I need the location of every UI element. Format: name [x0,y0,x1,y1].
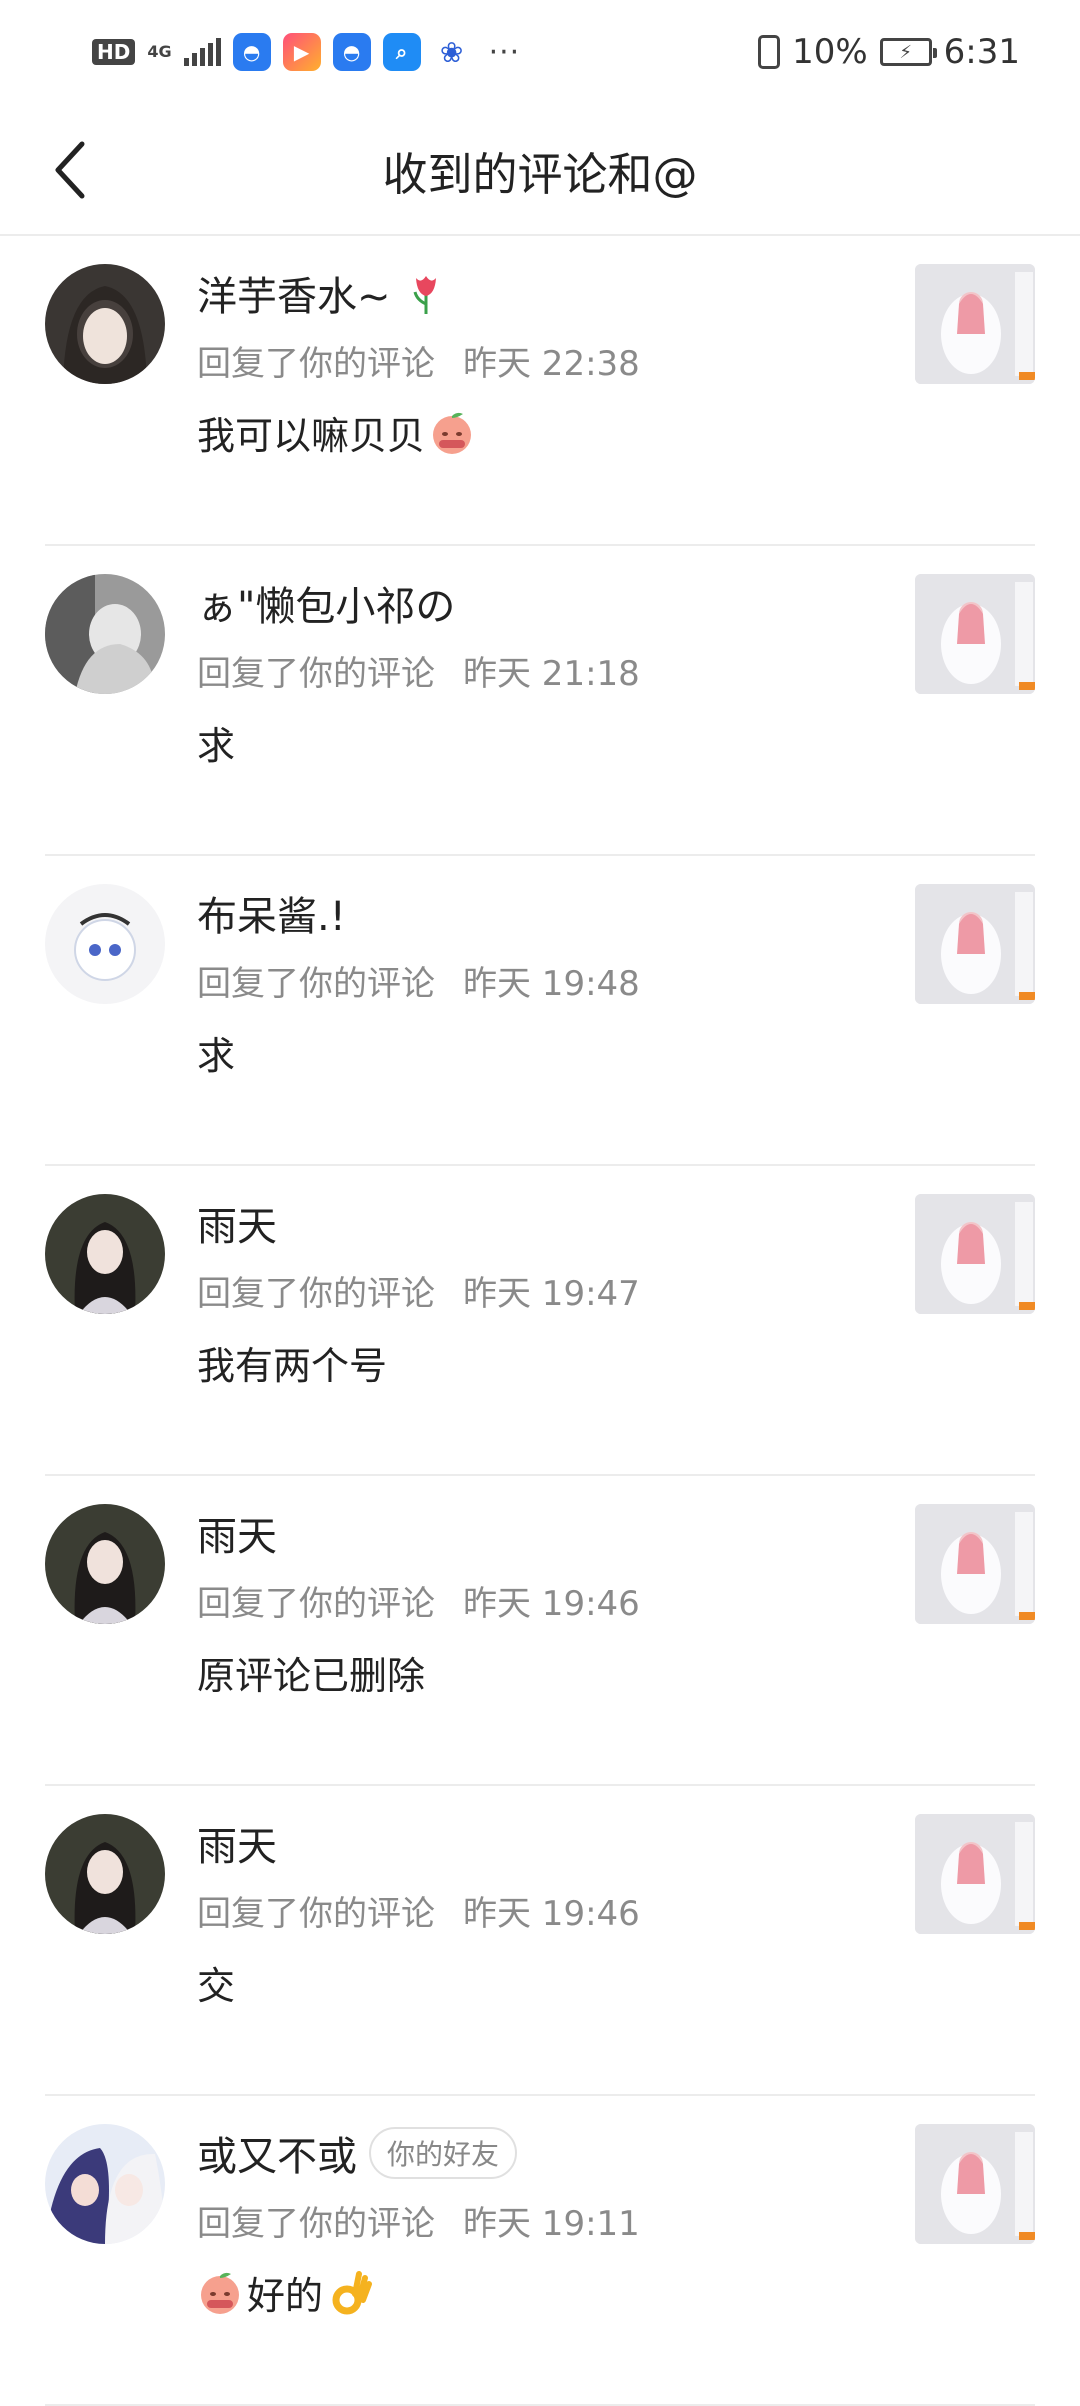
avatar[interactable] [45,1814,165,1934]
comment-time: 昨天 19:48 [463,964,640,1004]
avatar[interactable] [45,264,165,384]
baidu-icon: ❀ [432,33,471,71]
user-name[interactable]: ぁ"懒包小祁の [197,574,455,632]
reply-action: 回复了你的评论 [197,344,435,384]
status-left: HD 4G ◓ ▶ ◓ ⌕ ❀ ··· [92,33,520,71]
signal-icon [183,38,221,66]
clock: 6:31 [943,32,1020,72]
post-thumbnail[interactable] [915,1504,1035,1624]
video-app-icon: ▶ [282,33,321,71]
comment-text: 我有两个号 [197,1344,388,1388]
post-thumbnail[interactable] [915,1194,1035,1314]
status-right: 10% ⚡ 6:31 [758,32,1020,72]
comment-text: 原评论已删除 [197,1654,426,1698]
comment-list: 洋芋香水~ 回复了你的评论 昨天 22:38 我可以嘛贝贝 ぁ"懒包小祁の 回复… [0,236,1080,2406]
avatar[interactable] [45,1194,165,1314]
comment-time: 昨天 21:18 [463,654,640,694]
battery-percent: 10% [792,32,868,72]
friend-badge: 你的好友 [369,2127,518,2179]
comment-item[interactable]: ぁ"懒包小祁の 回复了你的评论 昨天 21:18 求 [0,546,1080,856]
more-icon: ··· [488,34,521,70]
reply-action: 回复了你的评论 [197,964,435,1004]
comment-text: 交 [197,1964,236,2008]
comment-item[interactable]: 雨天 回复了你的评论 昨天 19:46 交 [0,1786,1080,2096]
reply-action: 回复了你的评论 [197,654,435,694]
comment-item[interactable]: 布呆酱.! 回复了你的评论 昨天 19:48 求 [0,856,1080,1166]
reply-action: 回复了你的评论 [197,2204,435,2244]
status-bar: HD 4G ◓ ▶ ◓ ⌕ ❀ ··· 10% ⚡ 6:31 [0,0,1080,104]
avatar[interactable] [45,884,165,1004]
comment-time: 昨天 19:46 [463,1584,640,1624]
reply-action: 回复了你的评论 [197,1584,435,1624]
avatar[interactable] [45,2124,165,2244]
user-name[interactable]: 雨天 [197,1814,277,1872]
ok-hand-emoji-icon [332,2270,373,2314]
comment-time: 昨天 19:47 [463,1274,640,1314]
tulip-emoji-icon [413,276,436,314]
comment-text: 好的 [247,2274,324,2318]
avatar[interactable] [45,574,165,694]
comment-item[interactable]: 雨天 回复了你的评论 昨天 19:47 我有两个号 [0,1166,1080,1476]
comment-text: 求 [197,724,236,768]
app-icon: ◓ [232,33,271,71]
comment-text: 求 [197,1034,236,1078]
comment-item[interactable]: 洋芋香水~ 回复了你的评论 昨天 22:38 我可以嘛贝贝 [0,236,1080,546]
battery-charging-icon: ⚡ [879,38,937,66]
app-icon: ◓ [332,33,371,71]
user-name[interactable]: 或又不或 [197,2124,357,2182]
post-thumbnail[interactable] [915,2124,1035,2244]
browser-icon: ⌕ [382,33,421,71]
comment-item[interactable]: 雨天 回复了你的评论 昨天 19:46 原评论已删除 [0,1476,1080,1786]
page-title: 收到的评论和@ [382,147,698,201]
comment-text: 我可以嘛贝贝 [197,414,426,458]
comment-time: 昨天 22:38 [463,344,640,384]
post-thumbnail[interactable] [915,884,1035,1004]
user-name[interactable]: 布呆酱.! [197,884,346,942]
title-bar: 收到的评论和@ [0,104,1080,236]
peach-face-emoji-icon [433,412,472,454]
post-thumbnail[interactable] [915,574,1035,694]
user-name[interactable]: 雨天 [197,1194,277,1252]
hd-badge: HD [92,39,136,65]
post-thumbnail[interactable] [915,264,1035,384]
network-type: 4G [147,42,172,61]
reply-action: 回复了你的评论 [197,1894,435,1934]
peach-face-emoji-icon [201,2272,239,2314]
comment-item[interactable]: 或又不或 你的好友 回复了你的评论 昨天 19:11 好的 [0,2096,1080,2406]
comment-time: 昨天 19:11 [463,2204,640,2244]
comment-time: 昨天 19:46 [463,1894,640,1934]
avatar[interactable] [45,1504,165,1624]
post-thumbnail[interactable] [915,1814,1035,1934]
vibrate-icon [758,35,781,69]
user-name[interactable]: 雨天 [197,1504,277,1562]
user-name[interactable]: 洋芋香水~ [197,264,391,322]
reply-action: 回复了你的评论 [197,1274,435,1314]
